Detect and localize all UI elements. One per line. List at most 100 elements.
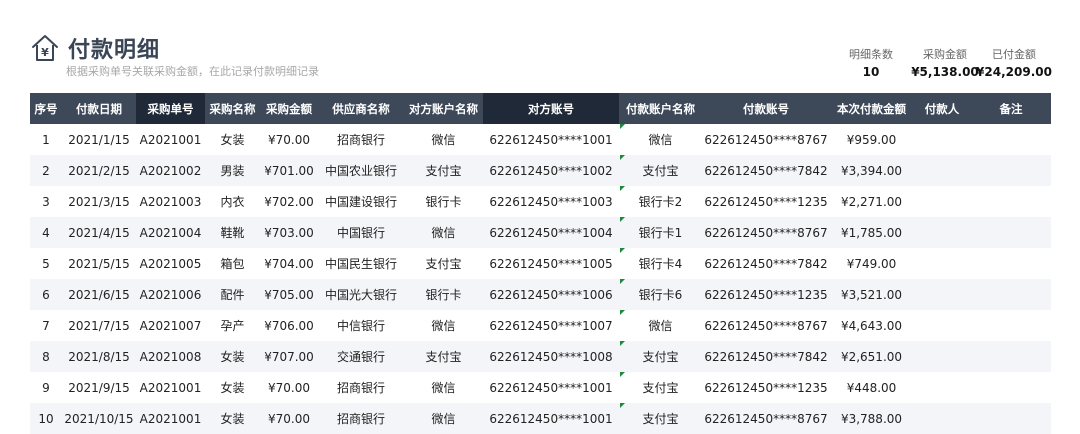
- table-cell[interactable]: 2021/5/15: [62, 248, 136, 279]
- table-cell[interactable]: 女装: [205, 372, 260, 403]
- table-cell[interactable]: 622612450****1235: [702, 279, 830, 310]
- table-cell[interactable]: 622612450****1001: [483, 403, 619, 434]
- table-cell[interactable]: [971, 310, 1051, 341]
- table-cell[interactable]: 6: [30, 279, 62, 310]
- table-row[interactable]: 9 2021/9/15 A2021001 女装 ¥70.00 招商银行 微信 62261245…: [30, 372, 1051, 403]
- table-cell[interactable]: [971, 341, 1051, 372]
- table-cell[interactable]: A2021001: [136, 403, 205, 434]
- table-cell[interactable]: A2021003: [136, 186, 205, 217]
- table-cell[interactable]: 银行卡: [404, 186, 483, 217]
- table-cell[interactable]: 银行卡4: [619, 248, 702, 279]
- table-cell[interactable]: 支付宝: [404, 248, 483, 279]
- table-cell[interactable]: 2021/8/15: [62, 341, 136, 372]
- table-cell[interactable]: 银行卡2: [619, 186, 702, 217]
- table-cell[interactable]: [913, 248, 971, 279]
- table-cell[interactable]: [913, 372, 971, 403]
- table-cell[interactable]: 622612450****8767: [702, 124, 830, 155]
- table-cell[interactable]: 女装: [205, 403, 260, 434]
- table-cell[interactable]: 中国农业银行: [318, 155, 404, 186]
- table-cell[interactable]: A2021004: [136, 217, 205, 248]
- table-cell[interactable]: 微信: [404, 372, 483, 403]
- table-cell[interactable]: 3: [30, 186, 62, 217]
- table-row[interactable]: 4 2021/4/15 A2021004 鞋靴 ¥703.00 中国银行 微信 6226124…: [30, 217, 1051, 248]
- table-cell[interactable]: 622612450****7842: [702, 155, 830, 186]
- table-row[interactable]: 3 2021/3/15 A2021003 内衣 ¥702.00 中国建设银行 银行卡 6226…: [30, 186, 1051, 217]
- table-row[interactable]: 10 2021/10/15 A2021001 女装 ¥70.00 招商银行 微信 622612…: [30, 403, 1051, 434]
- table-cell[interactable]: 622612450****1008: [483, 341, 619, 372]
- table-cell[interactable]: 银行卡1: [619, 217, 702, 248]
- table-cell[interactable]: [913, 310, 971, 341]
- table-cell[interactable]: 2021/6/15: [62, 279, 136, 310]
- table-cell[interactable]: 622612450****7842: [702, 341, 830, 372]
- table-cell[interactable]: 箱包: [205, 248, 260, 279]
- table-cell[interactable]: ¥3,394.00: [830, 155, 913, 186]
- table-cell[interactable]: 2021/3/15: [62, 186, 136, 217]
- table-cell[interactable]: 622612450****1001: [483, 124, 619, 155]
- table-cell[interactable]: ¥1,785.00: [830, 217, 913, 248]
- table-cell[interactable]: [971, 217, 1051, 248]
- table-cell[interactable]: 2021/10/15: [62, 403, 136, 434]
- table-cell[interactable]: ¥70.00: [260, 403, 318, 434]
- table-cell[interactable]: ¥706.00: [260, 310, 318, 341]
- table-cell[interactable]: 1: [30, 124, 62, 155]
- table-cell[interactable]: A2021001: [136, 124, 205, 155]
- table-cell[interactable]: 微信: [404, 124, 483, 155]
- table-cell[interactable]: ¥3,521.00: [830, 279, 913, 310]
- table-cell[interactable]: 622612450****7842: [702, 248, 830, 279]
- table-cell[interactable]: 2021/2/15: [62, 155, 136, 186]
- table-cell[interactable]: 中国银行: [318, 217, 404, 248]
- table-cell[interactable]: 支付宝: [619, 403, 702, 434]
- table-cell[interactable]: [913, 279, 971, 310]
- table-cell[interactable]: 招商银行: [318, 403, 404, 434]
- table-cell[interactable]: [971, 124, 1051, 155]
- table-cell[interactable]: ¥703.00: [260, 217, 318, 248]
- table-cell[interactable]: 2021/7/15: [62, 310, 136, 341]
- table-cell[interactable]: [971, 186, 1051, 217]
- table-cell[interactable]: 支付宝: [619, 155, 702, 186]
- table-cell[interactable]: [913, 124, 971, 155]
- table-cell[interactable]: [971, 279, 1051, 310]
- table-cell[interactable]: 交通银行: [318, 341, 404, 372]
- table-row[interactable]: 7 2021/7/15 A2021007 孕产 ¥706.00 中信银行 微信 6226124…: [30, 310, 1051, 341]
- table-cell[interactable]: 7: [30, 310, 62, 341]
- table-cell[interactable]: 孕产: [205, 310, 260, 341]
- table-cell[interactable]: 622612450****1004: [483, 217, 619, 248]
- table-cell[interactable]: A2021002: [136, 155, 205, 186]
- table-cell[interactable]: 支付宝: [619, 341, 702, 372]
- table-cell[interactable]: 8: [30, 341, 62, 372]
- table-row[interactable]: 5 2021/5/15 A2021005 箱包 ¥704.00 中国民生银行 支付宝 6226…: [30, 248, 1051, 279]
- table-cell[interactable]: 支付宝: [619, 372, 702, 403]
- table-cell[interactable]: 银行卡: [404, 279, 483, 310]
- table-cell[interactable]: 微信: [619, 310, 702, 341]
- table-cell[interactable]: 622612450****1003: [483, 186, 619, 217]
- table-cell[interactable]: ¥702.00: [260, 186, 318, 217]
- table-cell[interactable]: [913, 403, 971, 434]
- table-cell[interactable]: 配件: [205, 279, 260, 310]
- table-cell[interactable]: ¥707.00: [260, 341, 318, 372]
- table-row[interactable]: 8 2021/8/15 A2021008 女装 ¥707.00 交通银行 支付宝 622612…: [30, 341, 1051, 372]
- table-cell[interactable]: 10: [30, 403, 62, 434]
- table-cell[interactable]: A2021008: [136, 341, 205, 372]
- table-cell[interactable]: 微信: [619, 124, 702, 155]
- table-cell[interactable]: 招商银行: [318, 372, 404, 403]
- table-cell[interactable]: 鞋靴: [205, 217, 260, 248]
- table-cell[interactable]: [913, 217, 971, 248]
- table-cell[interactable]: 622612450****8767: [702, 217, 830, 248]
- table-cell[interactable]: 中国民生银行: [318, 248, 404, 279]
- table-cell[interactable]: ¥704.00: [260, 248, 318, 279]
- table-cell[interactable]: A2021005: [136, 248, 205, 279]
- table-cell[interactable]: 支付宝: [404, 155, 483, 186]
- table-cell[interactable]: ¥70.00: [260, 372, 318, 403]
- table-cell[interactable]: 中国建设银行: [318, 186, 404, 217]
- table-cell[interactable]: A2021001: [136, 372, 205, 403]
- table-cell[interactable]: 女装: [205, 124, 260, 155]
- table-row[interactable]: 2 2021/2/15 A2021002 男装 ¥701.00 中国农业银行 支付宝 6226…: [30, 155, 1051, 186]
- table-cell[interactable]: [913, 155, 971, 186]
- table-cell[interactable]: 622612450****1001: [483, 372, 619, 403]
- table-row[interactable]: 6 2021/6/15 A2021006 配件 ¥705.00 中国光大银行 银行卡 6226…: [30, 279, 1051, 310]
- table-cell[interactable]: 银行卡6: [619, 279, 702, 310]
- table-cell[interactable]: 中国光大银行: [318, 279, 404, 310]
- table-cell[interactable]: ¥2,651.00: [830, 341, 913, 372]
- table-cell[interactable]: 622612450****1235: [702, 372, 830, 403]
- table-cell[interactable]: 622612450****8767: [702, 310, 830, 341]
